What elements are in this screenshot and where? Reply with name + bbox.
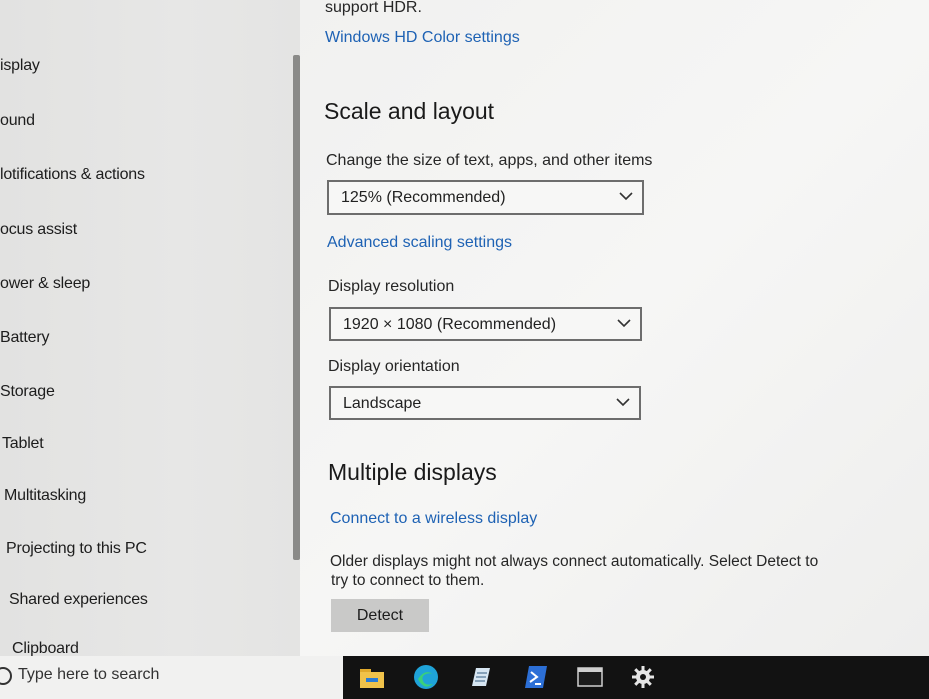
settings-gear-icon[interactable] xyxy=(629,664,657,690)
display-settings-content: support HDR. Windows HD Color settings S… xyxy=(300,0,929,656)
wireless-display-link[interactable]: Connect to a wireless display xyxy=(330,510,537,528)
sidebar-item-tablet[interactable]: Tablet xyxy=(2,435,44,453)
resolution-label: Display resolution xyxy=(328,278,455,295)
sidebar-item-multitasking[interactable]: Multitasking xyxy=(4,487,86,505)
resolution-dropdown[interactable]: 1920 × 1080 (Recommended) xyxy=(329,307,642,341)
sidebar-item-shared-experiences[interactable]: Shared experiences xyxy=(9,591,148,609)
chevron-down-icon xyxy=(616,398,630,407)
windows-hd-color-link[interactable]: Windows HD Color settings xyxy=(325,29,520,47)
orientation-value: Landscape xyxy=(343,395,422,412)
sidebar-item-battery[interactable]: Battery xyxy=(0,329,49,347)
orientation-label: Display orientation xyxy=(328,358,460,375)
older-displays-note-line2: try to connect to them. xyxy=(331,572,485,589)
search-placeholder: Type here to search xyxy=(18,666,160,683)
sidebar-item-projecting[interactable]: Projecting to this PC xyxy=(6,540,147,558)
resolution-value: 1920 × 1080 (Recommended) xyxy=(343,316,557,333)
multiple-displays-heading: Multiple displays xyxy=(328,459,497,485)
chevron-down-icon xyxy=(617,319,631,328)
settings-sidebar: isplay ound lotifications & actions ocus… xyxy=(0,0,300,657)
scale-label: Change the size of text, apps, and other… xyxy=(326,152,653,169)
powershell-icon[interactable] xyxy=(521,664,549,690)
chevron-down-icon xyxy=(619,192,633,201)
older-displays-note-line1: Older displays might not always connect … xyxy=(330,553,819,570)
sidebar-item-display[interactable]: isplay xyxy=(0,57,40,75)
file-explorer-icon[interactable] xyxy=(358,664,386,690)
advanced-scaling-link[interactable]: Advanced scaling settings xyxy=(327,234,512,252)
orientation-dropdown[interactable]: Landscape xyxy=(329,386,641,420)
detect-button[interactable]: Detect xyxy=(331,599,429,632)
notepad-icon[interactable] xyxy=(466,664,494,690)
sidebar-item-storage[interactable]: Storage xyxy=(0,383,55,401)
sidebar-item-sound[interactable]: ound xyxy=(0,112,35,130)
sidebar-scrollbar[interactable] xyxy=(293,55,300,560)
scale-value: 125% (Recommended) xyxy=(341,189,506,206)
edge-icon[interactable] xyxy=(412,664,440,690)
scale-dropdown[interactable]: 125% (Recommended) xyxy=(327,180,644,215)
search-icon xyxy=(0,667,12,685)
sidebar-item-notifications[interactable]: lotifications & actions xyxy=(0,166,145,184)
scale-layout-heading: Scale and layout xyxy=(324,98,495,124)
sidebar-item-power-sleep[interactable]: ower & sleep xyxy=(0,275,90,293)
taskbar-search-box[interactable]: Type here to search xyxy=(0,656,343,699)
terminal-icon[interactable] xyxy=(576,664,604,690)
hdr-note: support HDR. xyxy=(325,0,422,16)
sidebar-item-focus-assist[interactable]: ocus assist xyxy=(0,221,77,239)
taskbar: Type here to search xyxy=(0,656,929,699)
